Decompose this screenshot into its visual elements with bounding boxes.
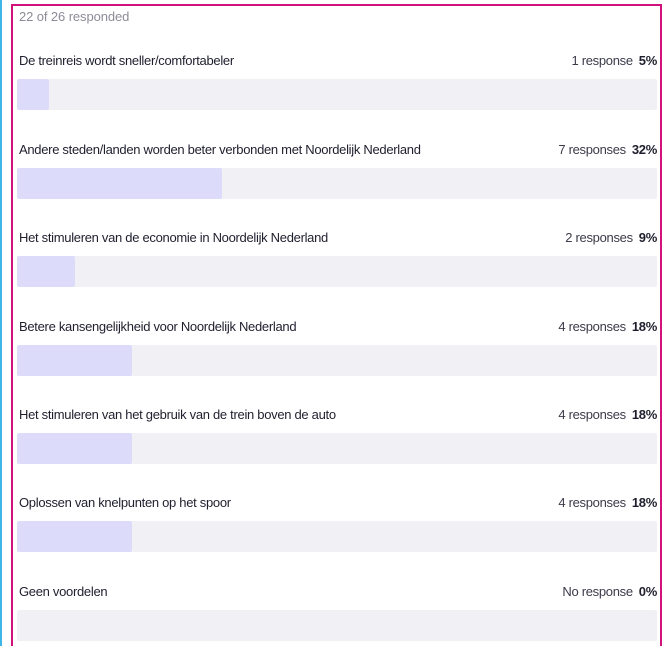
option-stats: 7 responses 32%: [558, 142, 657, 157]
option-response-count: No response: [562, 584, 633, 599]
option-bar-fill: [17, 168, 222, 199]
option-label: Oplossen van knelpunten op het spoor: [19, 495, 231, 510]
option-item: De treinreis wordt sneller/comfortabeler…: [17, 53, 657, 141]
option-percentage: 9%: [638, 230, 658, 245]
option-bar-fill: [17, 345, 133, 376]
option-label: Het stimuleren van het gebruik van de tr…: [19, 407, 336, 422]
option-stats: 4 responses 18%: [558, 495, 657, 510]
option-label: Andere steden/landen worden beter verbon…: [19, 142, 421, 157]
option-bar-fill: [17, 433, 133, 464]
option-percentage: 32%: [631, 142, 657, 157]
option-stats: 4 responses 18%: [558, 319, 657, 334]
option-bar-fill: [17, 256, 75, 287]
option-stats: 4 responses 18%: [558, 407, 657, 422]
option-response-count: 4 responses: [558, 407, 626, 422]
option-bar-track: [17, 256, 657, 287]
option-item: Het stimuleren van de economie in Noorde…: [17, 230, 657, 318]
option-percentage: 18%: [631, 407, 657, 422]
option-bar-fill: [17, 79, 49, 110]
option-label: De treinreis wordt sneller/comfortabeler: [19, 53, 234, 68]
responded-count: 22 of 26 responded: [19, 9, 130, 24]
option-percentage: 0%: [638, 584, 658, 599]
option-bar-track: [17, 79, 657, 110]
option-response-count: 7 responses: [558, 142, 626, 157]
option-bar-track: [17, 345, 657, 376]
option-response-count: 4 responses: [558, 495, 626, 510]
option-label: Geen voordelen: [19, 584, 108, 599]
option-response-count: 2 responses: [565, 230, 633, 245]
results-stage: 22 of 26 responded De treinreis wordt sn…: [0, 0, 670, 646]
option-stats: No response 0%: [562, 584, 657, 599]
option-bar-fill: [17, 521, 133, 552]
option-percentage: 5%: [638, 53, 658, 68]
option-item: Andere steden/landen worden beter verbon…: [17, 142, 657, 230]
option-bar-track: [17, 168, 657, 199]
option-bar-track: [17, 610, 657, 641]
option-stats: 2 responses 9%: [565, 230, 657, 245]
option-item: Geen voordelen No response 0%: [17, 584, 657, 646]
option-item: Betere kansengelijkheid voor Noordelijk …: [17, 319, 657, 407]
option-bar-track: [17, 433, 657, 464]
left-edge-divider: [0, 0, 2, 646]
option-stats: 1 response 5%: [571, 53, 657, 68]
option-percentage: 18%: [631, 495, 657, 510]
option-response-count: 4 responses: [558, 319, 626, 334]
option-label: Betere kansengelijkheid voor Noordelijk …: [19, 319, 297, 334]
option-item: Oplossen van knelpunten op het spoor 4 r…: [17, 495, 657, 583]
option-percentage: 18%: [631, 319, 657, 334]
option-label: Het stimuleren van de economie in Noorde…: [19, 230, 328, 245]
option-bar-track: [17, 521, 657, 552]
question-results-panel: 22 of 26 responded De treinreis wordt sn…: [11, 4, 662, 646]
option-item: Het stimuleren van het gebruik van de tr…: [17, 407, 657, 495]
option-response-count: 1 response: [571, 53, 633, 68]
